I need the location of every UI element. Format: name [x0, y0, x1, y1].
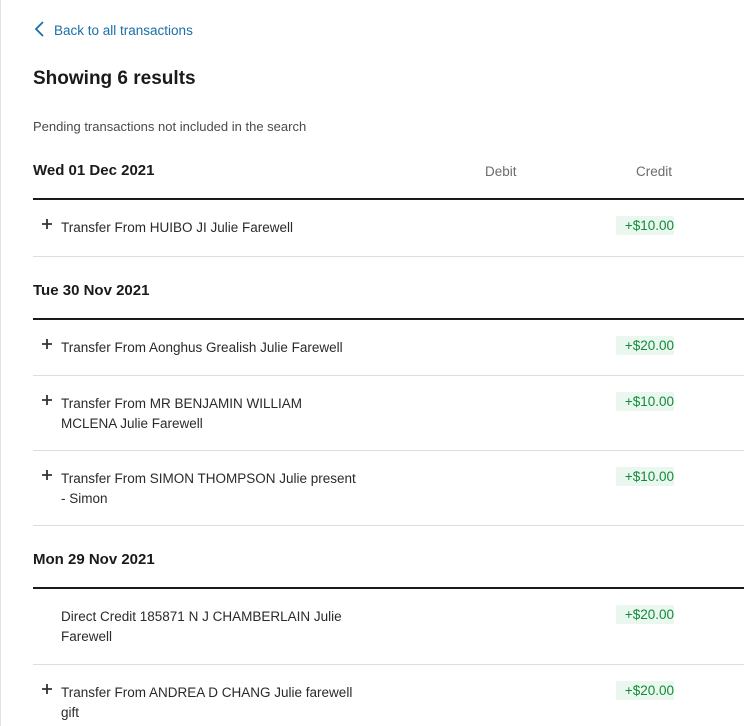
- pending-note: Pending transactions not included in the…: [33, 119, 307, 134]
- transaction-row[interactable]: Transfer From HUIBO JI Julie Farewell +$…: [33, 200, 744, 257]
- credit-column-header: Credit: [636, 164, 673, 179]
- left-border: [0, 0, 1, 726]
- plus-icon[interactable]: [41, 394, 53, 406]
- transaction-row[interactable]: Transfer From SIMON THOMPSON Julie prese…: [33, 451, 744, 526]
- credit-amount: +$20.00: [616, 681, 674, 700]
- transaction-description: Transfer From SIMON THOMPSON Julie prese…: [61, 471, 356, 506]
- transaction-description: Transfer From HUIBO JI Julie Farewell: [61, 220, 294, 235]
- credit-amount: +$10.00: [616, 216, 674, 235]
- debit-column-header: Debit: [485, 164, 517, 179]
- transaction-description: Transfer From ANDREA D CHANG Julie farew…: [61, 685, 353, 720]
- back-link-label[interactable]: Back to all transactions: [54, 23, 193, 38]
- transaction-description: Direct Credit 185871 N J CHAMBERLAIN Jul…: [61, 609, 342, 644]
- plus-icon[interactable]: [41, 469, 53, 481]
- credit-amount: +$10.00: [616, 467, 674, 486]
- transaction-row[interactable]: Transfer From ANDREA D CHANG Julie farew…: [33, 665, 744, 726]
- transaction-description: Transfer From MR BENJAMIN WILLIAM MCLENA…: [61, 396, 303, 431]
- plus-icon[interactable]: [41, 338, 53, 350]
- group-date: Mon 29 Nov 2021: [33, 551, 155, 568]
- date-group-header: Wed 01 Dec 2021 Debit Credit: [33, 154, 744, 200]
- transaction-row[interactable]: Transfer From Aonghus Grealish Julie Far…: [33, 320, 744, 376]
- transaction-row[interactable]: Transfer From MR BENJAMIN WILLIAM MCLENA…: [33, 376, 744, 451]
- date-group-header: Tue 30 Nov 2021: [33, 274, 744, 320]
- group-date: Tue 30 Nov 2021: [33, 282, 150, 299]
- transaction-row[interactable]: Direct Credit 185871 N J CHAMBERLAIN Jul…: [33, 589, 744, 665]
- credit-amount: +$20.00: [616, 336, 674, 355]
- date-group-header: Mon 29 Nov 2021: [33, 543, 744, 589]
- plus-icon[interactable]: [41, 683, 53, 695]
- credit-amount: +$20.00: [616, 605, 674, 624]
- transaction-description: Transfer From Aonghus Grealish Julie Far…: [61, 340, 343, 355]
- credit-amount: +$10.00: [616, 392, 674, 411]
- page-title: Showing 6 results: [33, 68, 196, 89]
- chevron-left-icon: [34, 21, 46, 40]
- back-to-transactions-link[interactable]: Back to all transactions: [34, 21, 193, 40]
- group-date: Wed 01 Dec 2021: [33, 162, 155, 179]
- plus-icon[interactable]: [41, 218, 53, 230]
